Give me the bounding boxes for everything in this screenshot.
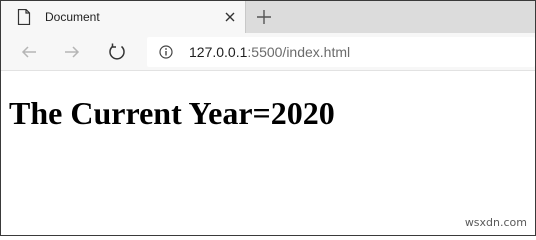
page-heading: The Current Year=2020 — [9, 95, 335, 131]
close-icon[interactable] — [223, 10, 237, 24]
url-text[interactable]: 127.0.0.1:5500/index.html — [189, 44, 350, 60]
info-icon[interactable] — [159, 45, 173, 59]
new-tab-plus-icon[interactable] — [255, 8, 273, 26]
document-icon — [17, 9, 31, 25]
reload-icon[interactable] — [107, 42, 127, 62]
back-arrow-icon[interactable] — [19, 42, 39, 62]
forward-arrow-icon[interactable] — [62, 42, 82, 62]
navigation-toolbar: 127.0.0.1:5500/index.html — [1, 33, 535, 71]
tab-strip: Document — [1, 1, 535, 33]
url-path: :5500/index.html — [247, 44, 351, 60]
watermark: wsxdn.com — [464, 216, 527, 229]
url-host: 127.0.0.1 — [189, 44, 248, 60]
page-content: The Current Year=2020 wsxdn.com — [1, 71, 535, 235]
tab-title: Document — [45, 10, 100, 24]
browser-window: Document 127.0.0.1:5500/index.html The C… — [0, 0, 536, 236]
tab-document[interactable]: Document — [1, 1, 246, 33]
address-bar[interactable]: 127.0.0.1:5500/index.html — [147, 37, 535, 67]
